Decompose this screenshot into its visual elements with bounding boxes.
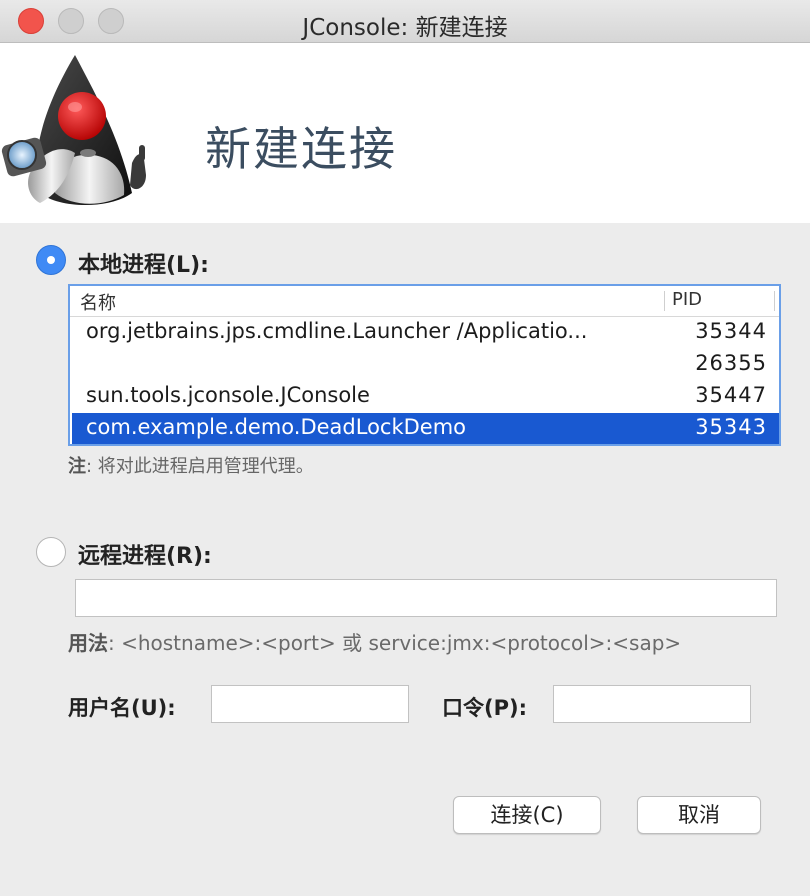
process-name: sun.tools.jconsole.JConsole <box>86 383 370 407</box>
note-text: : 将对此进程启用管理代理。 <box>86 456 314 477</box>
usage-prefix: 用法 <box>68 631 108 655</box>
process-name: org.jetbrains.jps.cmdline.Launcher /Appl… <box>86 319 588 343</box>
process-pid: 35344 <box>695 319 767 343</box>
column-divider[interactable] <box>664 291 665 311</box>
table-row[interactable]: sun.tools.jconsole.JConsole 35447 <box>72 381 779 412</box>
column-divider[interactable] <box>774 291 775 311</box>
password-label: 口令(P): <box>442 696 527 720</box>
password-input[interactable] <box>553 685 751 723</box>
process-pid: 35447 <box>695 383 767 407</box>
table-row-selected[interactable]: com.example.demo.DeadLockDemo 35343 <box>72 413 779 444</box>
remote-process-label[interactable]: 远程进程(R): <box>78 538 212 570</box>
username-label: 用户名(U): <box>68 696 176 720</box>
duke-mascot-icon <box>1 55 146 205</box>
remote-process-radio[interactable] <box>36 537 66 567</box>
title-bar: JConsole: 新建连接 <box>0 0 810 43</box>
connect-button[interactable]: 连接(C) <box>453 796 601 834</box>
table-header: 名称 PID <box>70 286 779 317</box>
local-process-table[interactable]: 名称 PID org.jetbrains.jps.cmdline.Launche… <box>68 284 781 446</box>
process-pid: 35343 <box>695 415 767 439</box>
local-process-label[interactable]: 本地进程(L): <box>78 247 209 279</box>
remote-usage-hint: 用法: <hostname>:<port> 或 service:jmx:<pro… <box>68 627 681 656</box>
process-name: com.example.demo.DeadLockDemo <box>86 415 467 439</box>
window-title: JConsole: 新建连接 <box>302 15 508 41</box>
column-header-name[interactable]: 名称 <box>80 289 116 315</box>
table-row[interactable]: org.jetbrains.jps.cmdline.Launcher /Appl… <box>72 317 779 348</box>
table-row[interactable]: 26355 <box>72 349 779 380</box>
process-pid: 26355 <box>695 351 767 375</box>
local-process-radio[interactable] <box>36 245 66 275</box>
cancel-button[interactable]: 取消 <box>637 796 761 834</box>
username-input[interactable] <box>211 685 409 723</box>
column-header-pid[interactable]: PID <box>672 289 702 310</box>
usage-text: : <hostname>:<port> 或 service:jmx:<proto… <box>108 631 682 655</box>
local-process-note: 注: 将对此进程启用管理代理。 <box>68 452 314 478</box>
remote-address-input[interactable] <box>75 579 777 617</box>
dialog-heading: 新建连接 <box>205 122 397 176</box>
header-banner: 新建连接 <box>0 43 810 223</box>
note-prefix: 注 <box>68 456 86 477</box>
